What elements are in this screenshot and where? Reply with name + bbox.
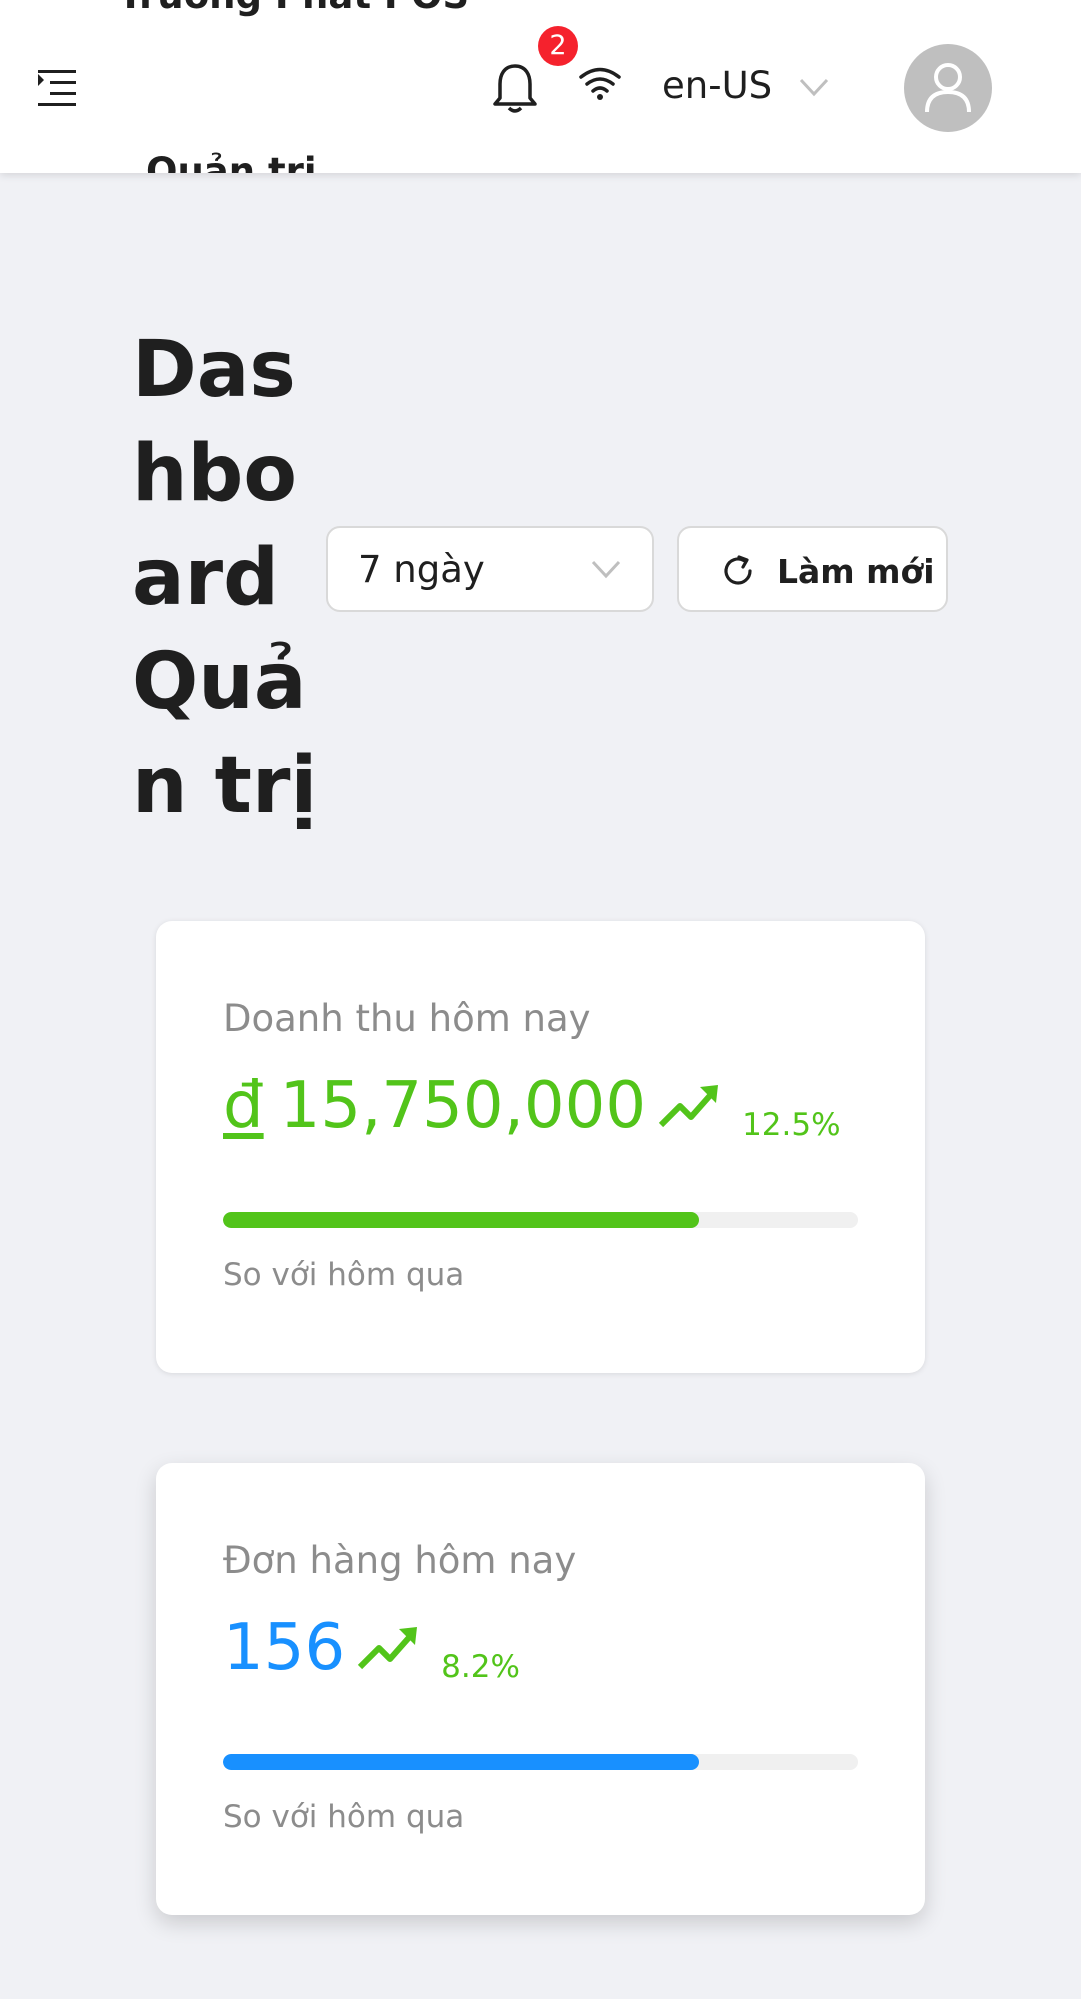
trend: 8.2% (357, 1625, 520, 1685)
card-value: đ 15,750,000 12.5% (223, 1069, 841, 1143)
progress-fill (223, 1754, 700, 1770)
avatar[interactable] (904, 44, 992, 132)
card-footer: So với hôm qua (223, 1799, 465, 1835)
reload-icon (724, 555, 752, 585)
card-value: 156 8.2% (223, 1611, 520, 1685)
language-selector[interactable]: en-US (662, 64, 772, 107)
change-percent: 12.5% (742, 1107, 841, 1143)
chevron-down-icon (591, 560, 621, 579)
revenue-value: 15,750,000 (279, 1069, 647, 1143)
bell-icon[interactable] (490, 62, 540, 116)
rise-icon (658, 1085, 719, 1128)
chevron-down-icon[interactable] (798, 76, 830, 98)
change-percent: 8.2% (441, 1649, 520, 1685)
progress-fill (223, 1212, 700, 1228)
brand-title: Trương Phát POS (118, 0, 469, 17)
date-range-value: 7 ngày (358, 548, 485, 591)
notification-badge: 2 (538, 26, 578, 66)
trend: 12.5% (658, 1083, 841, 1143)
date-range-select[interactable]: 7 ngày (326, 526, 654, 612)
card-title: Đơn hàng hôm nay (223, 1539, 577, 1582)
brand-subtitle: Quản trị (146, 150, 317, 173)
rise-icon (358, 1627, 418, 1670)
currency-symbol: đ (223, 1069, 264, 1143)
progress-bar (223, 1212, 858, 1228)
wifi-icon[interactable] (578, 66, 622, 102)
orders-value: 156 (223, 1611, 346, 1685)
menu-fold-icon[interactable] (34, 68, 80, 108)
card-title: Doanh thu hôm nay (223, 997, 591, 1040)
progress-bar (223, 1754, 858, 1770)
top-header: Trương Phát POS Quản trị 2 en-US (0, 0, 1081, 173)
page-title: Dashboard Quản trị (132, 325, 318, 831)
orders-card: Đơn hàng hôm nay 156 8.2% So với hôm qua (156, 1463, 925, 1915)
refresh-button-label: Làm mới (777, 552, 935, 591)
user-icon (925, 63, 971, 113)
card-footer: So với hôm qua (223, 1257, 465, 1293)
refresh-button[interactable]: Làm mới (677, 526, 948, 612)
revenue-card: Doanh thu hôm nay đ 15,750,000 12.5% So … (156, 921, 925, 1373)
